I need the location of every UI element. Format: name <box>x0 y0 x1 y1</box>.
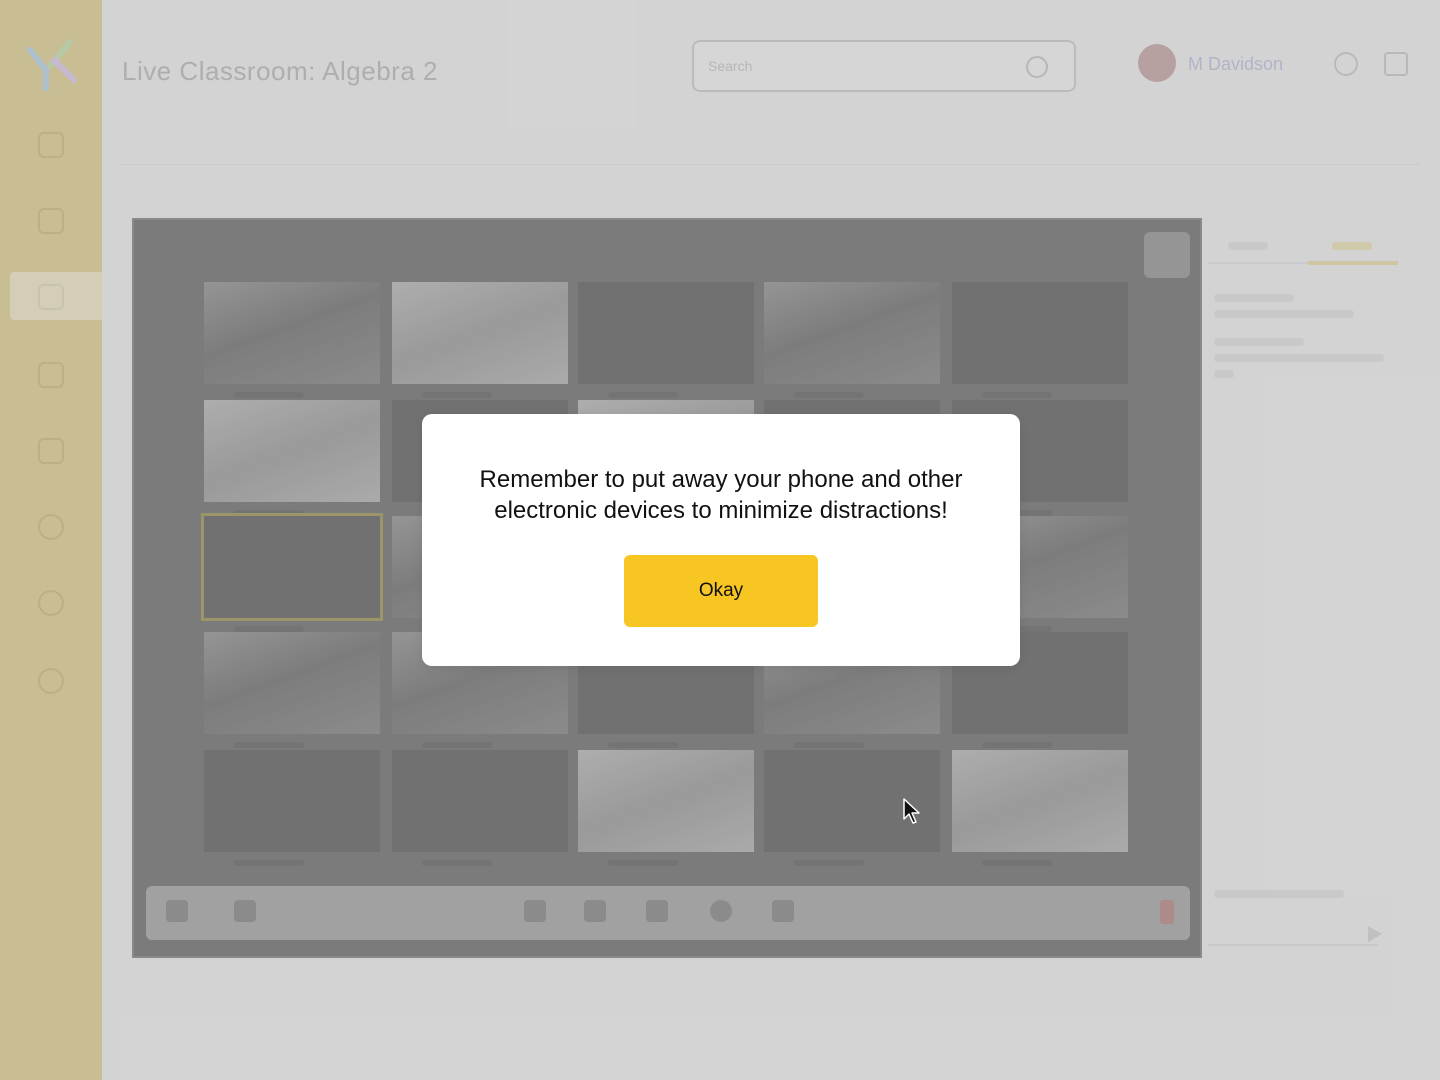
okay-button[interactable]: Okay <box>624 555 818 627</box>
dialog-message: Remember to put away your phone and othe… <box>479 466 963 524</box>
mouse-cursor-icon <box>903 798 920 824</box>
reminder-dialog: Remember to put away your phone and othe… <box>422 414 1020 666</box>
